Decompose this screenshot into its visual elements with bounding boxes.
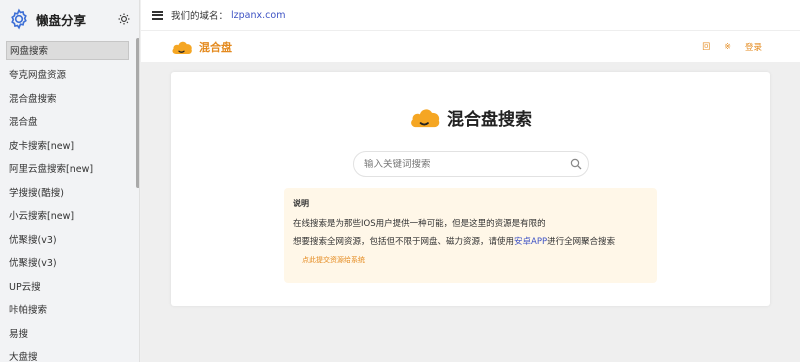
theme-toggle-icon[interactable] [118,13,130,25]
submit-resource-link[interactable]: 点此提交资源给系统 [302,255,648,265]
cloud-hero-icon [409,104,441,130]
site-name[interactable]: 混合盘 [199,39,232,55]
domain-label: 我们的域名： [171,11,229,22]
search-icon[interactable] [570,158,582,170]
sidebar-scrollbar[interactable] [136,38,139,188]
topbar: 我们的域名： lzpanx.com [141,0,800,30]
sidebar: 懒盘分享 网盘搜索 夸克网盘资源 混合盘搜索 混合盘 皮卡搜索[new] 阿里云… [0,0,140,362]
brand: 懒盘分享 [0,0,139,38]
sidebar-item-kapa-search[interactable]: 咔帕搜索 [0,299,139,323]
sidebar-item-yisou[interactable]: 易搜 [0,323,139,347]
notice-line-2-suffix: 进行全网聚合搜索 [547,237,616,247]
main-area: 混合盘搜索 说明 在线搜索是为那些IOS用户提供一种可能，但是这里的资源是有限的… [141,62,800,362]
sidebar-item-dapansou[interactable]: 大盘搜 [0,346,139,362]
notice-box: 说明 在线搜索是为那些IOS用户提供一种可能，但是这里的资源是有限的 想要搜索全… [284,188,657,283]
sidebar-item-mixed-disk-search[interactable]: 混合盘搜索 [0,88,139,112]
sidebar-item-xiaoyun-search[interactable]: 小云搜索[new] [0,205,139,229]
search-card: 混合盘搜索 说明 在线搜索是为那些IOS用户提供一种可能，但是这里的资源是有限的… [171,72,770,306]
sidebar-item-up-yunsou[interactable]: UP云搜 [0,276,139,300]
domain-link[interactable]: lzpanx.com [231,10,285,21]
menu-toggle-icon[interactable] [152,10,163,20]
sidebar-item-xuesousou[interactable]: 学搜搜(酷搜) [0,182,139,206]
sidebar-item-quark-resources[interactable]: 夸克网盘资源 [0,64,139,88]
header-actions: 回 ※ 登录 [702,41,762,53]
login-link[interactable]: 登录 [745,41,762,53]
sidebar-item-aliyun-search[interactable]: 阿里云盘搜索[new] [0,158,139,182]
notice-line-2: 想要搜索全网资源，包括但不限于网盘、磁力资源，请使用安卓APP进行全网聚合搜索 [293,235,648,247]
notice-line-1: 在线搜索是为那些IOS用户提供一种可能，但是这里的资源是有限的 [293,219,546,229]
hero-title: 混合盘搜索 [447,109,532,130]
search-box [353,151,589,177]
brand-title: 懒盘分享 [36,12,87,28]
sidebar-menu: 网盘搜索 夸克网盘资源 混合盘搜索 混合盘 皮卡搜索[new] 阿里云盘搜索[n… [0,41,139,362]
sidebar-item-mixed-disk[interactable]: 混合盘 [0,111,139,135]
settings-icon[interactable]: ※ [724,42,731,51]
hero: 混合盘搜索 [409,104,532,130]
gear-logo-icon [8,8,30,30]
sidebar-item-youjusou-1[interactable]: 优聚搜(v3) [0,229,139,253]
home-icon[interactable]: 回 [702,41,710,52]
notice-line-2-prefix: 想要搜索全网资源，包括但不限于网盘、磁力资源，请使用 [293,237,515,247]
cloud-logo-icon [171,39,193,55]
sidebar-item-pika-search[interactable]: 皮卡搜索[new] [0,135,139,159]
sidebar-item-netdisk-search[interactable]: 网盘搜索 [6,41,129,60]
search-input[interactable] [364,158,570,170]
android-app-link[interactable]: 安卓APP [514,237,547,247]
site-header: 混合盘 回 ※ 登录 [141,30,800,62]
sidebar-item-youjusou-2[interactable]: 优聚搜(v3) [0,252,139,276]
notice-title: 说明 [293,199,309,208]
